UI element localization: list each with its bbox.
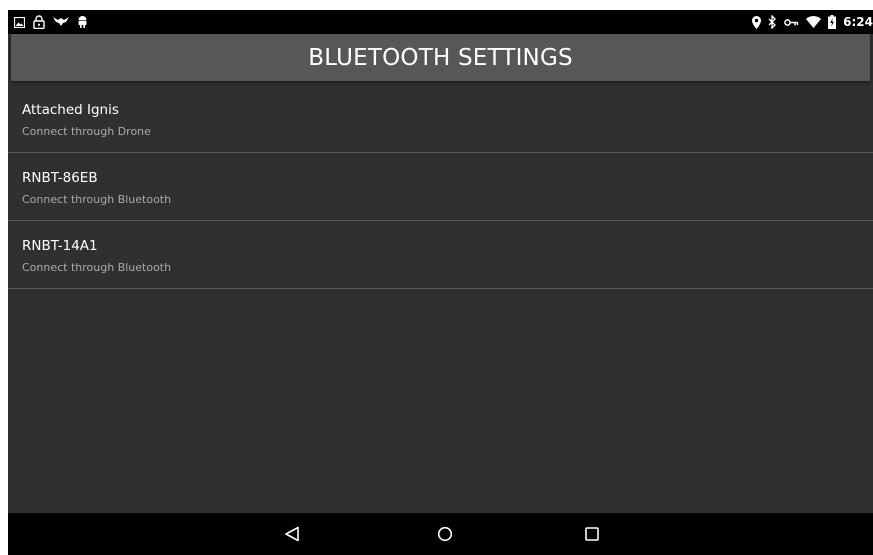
app-bar: BLUETOOTH SETTINGS: [11, 34, 870, 81]
home-button[interactable]: [432, 521, 458, 547]
status-bar-left: [14, 10, 88, 34]
android-icon: [77, 10, 88, 34]
status-bar: 6:24: [8, 10, 873, 34]
device-list-item[interactable]: RNBT-14A1 Connect through Bluetooth: [8, 221, 873, 289]
device-list: Attached Ignis Connect through Drone RNB…: [8, 85, 873, 289]
device-name: RNBT-14A1: [22, 238, 98, 254]
device-connection-type: Connect through Drone: [22, 125, 151, 138]
location-icon: [752, 10, 762, 34]
device-list-item[interactable]: RNBT-86EB Connect through Bluetooth: [8, 153, 873, 221]
status-clock: 6:24: [843, 15, 873, 29]
device-connection-type: Connect through Bluetooth: [22, 261, 172, 274]
app-screen: 6:24 BLUETOOTH SETTINGS Attached Ignis C…: [8, 10, 873, 555]
status-bar-right: 6:24: [752, 10, 873, 34]
navigation-bar: [8, 513, 873, 555]
bluetooth-icon: [768, 10, 777, 34]
drone-app-icon: [53, 10, 69, 34]
lock-icon: [33, 10, 45, 34]
recents-icon: [585, 527, 599, 541]
device-name: RNBT-86EB: [22, 170, 98, 186]
back-icon: [285, 526, 299, 542]
back-button[interactable]: [279, 521, 305, 547]
device-connection-type: Connect through Bluetooth: [22, 193, 172, 206]
image-icon: [14, 10, 25, 34]
device-name: Attached Ignis: [22, 102, 119, 118]
home-icon: [437, 526, 453, 542]
battery-icon: [828, 10, 837, 34]
wifi-icon: [806, 10, 822, 34]
recents-button[interactable]: [579, 521, 605, 547]
device-list-item[interactable]: Attached Ignis Connect through Drone: [8, 85, 873, 153]
vpn-key-icon: [784, 10, 799, 34]
page-title: BLUETOOTH SETTINGS: [308, 44, 573, 71]
